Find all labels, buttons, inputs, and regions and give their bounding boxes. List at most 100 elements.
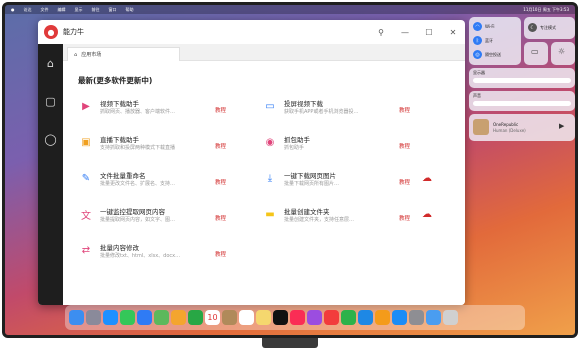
tutorial-link[interactable]: 教程 bbox=[399, 142, 410, 150]
pin-icon[interactable]: ⚲ bbox=[369, 20, 393, 44]
messages-icon[interactable] bbox=[120, 310, 135, 325]
tool-name: 视频下载助手 bbox=[100, 100, 139, 108]
tool-name: 批量创建文件夹 bbox=[284, 208, 330, 216]
tool-card[interactable]: ⇄ 批量内容修改 批量修改txt、html、xlsx、docx… 教程 bbox=[78, 239, 248, 273]
tool-description: 批量更改文件名、扩展名、支持… bbox=[100, 181, 176, 187]
appstore-icon[interactable] bbox=[392, 310, 407, 325]
user-icon[interactable]: ◯ bbox=[38, 120, 63, 158]
live-icon: ▣ bbox=[81, 136, 91, 148]
tv-icon[interactable] bbox=[273, 310, 288, 325]
tutorial-link[interactable]: 教程 bbox=[215, 214, 226, 222]
tool-card[interactable]: ▶ 视频下载助手 抓取网页、播放器、客户端软件… 教程 bbox=[78, 95, 248, 129]
sound-slider[interactable] bbox=[473, 101, 571, 106]
tool-card[interactable]: ◉ 抓包助手 抓包助手 教程 bbox=[262, 131, 432, 165]
app-window: ● 能力牛 ⚲ — ☐ ✕ ⌂ ▢ ◯ ⌂ 应用市场 最新(更多软件更新中) ▶… bbox=[38, 20, 465, 305]
minimize-button[interactable]: — bbox=[393, 20, 417, 44]
menu-item[interactable]: 显示 bbox=[75, 7, 83, 13]
main-content: 最新(更多软件更新中) ▶ 视频下载助手 抓取网页、播放器、客户端软件… 教程 ▭ 投屏视… bbox=[63, 61, 465, 305]
network-panel: ◠ Wi-Fi ᛒ 蓝牙 ◎ 隔空投送 bbox=[469, 17, 521, 65]
display-slider[interactable] bbox=[473, 78, 571, 83]
pages-icon[interactable] bbox=[375, 310, 390, 325]
video-download-icon: ▶ bbox=[82, 100, 90, 112]
now-playing-panel: OneRepublic Human (Deluxe) ▶ bbox=[469, 114, 575, 141]
maps-icon[interactable] bbox=[154, 310, 169, 325]
downloads-icon[interactable] bbox=[426, 310, 441, 325]
tool-card[interactable]: ✎ 文件批量重命名 批量更改文件名、扩展名、支持… 教程 bbox=[78, 167, 248, 201]
tool-name: 批量内容修改 bbox=[100, 244, 139, 252]
menu-item[interactable]: 窗口 bbox=[109, 7, 117, 13]
tab-app-market[interactable]: ⌂ 应用市场 bbox=[67, 47, 180, 61]
wifi-icon[interactable]: ◠ bbox=[473, 22, 482, 31]
apple-menu-icon[interactable]: ● bbox=[11, 7, 15, 12]
now-playing-artist: Human (Deluxe) bbox=[493, 128, 526, 133]
tool-card[interactable]: ▬ 批量创建文件夹 批量创建文件夹，支持任意层… 教程 ☁ bbox=[262, 203, 432, 237]
sound-panel: 声音 bbox=[469, 91, 575, 111]
menu-item[interactable]: 帮助 bbox=[126, 7, 134, 13]
keyboard-tile[interactable]: ☼ bbox=[551, 42, 575, 65]
bluetooth-icon[interactable]: ᛒ bbox=[473, 36, 482, 45]
bluetooth-label: 蓝牙 bbox=[485, 37, 493, 43]
numbers-icon[interactable] bbox=[341, 310, 356, 325]
launchpad-icon[interactable] bbox=[86, 310, 101, 325]
photos-icon[interactable] bbox=[171, 310, 186, 325]
news-icon[interactable] bbox=[324, 310, 339, 325]
music-icon[interactable] bbox=[290, 310, 305, 325]
close-button[interactable]: ✕ bbox=[441, 20, 465, 44]
screen-mirror-icon: ▭ bbox=[531, 47, 539, 56]
wifi-label: Wi-Fi bbox=[485, 24, 495, 29]
play-icon[interactable]: ▶ bbox=[559, 122, 564, 130]
app-logo-icon: ● bbox=[44, 25, 58, 39]
tool-description: 抓包助手 bbox=[284, 145, 305, 151]
focus-panel[interactable]: ☾ 专注模式 bbox=[524, 17, 575, 39]
tutorial-link[interactable]: 教程 bbox=[399, 214, 410, 222]
menu-item[interactable]: 访达 bbox=[24, 7, 32, 13]
menu-item[interactable]: 前往 bbox=[92, 7, 100, 13]
contacts-icon[interactable] bbox=[222, 310, 237, 325]
settings-icon[interactable] bbox=[409, 310, 424, 325]
focus-label: 专注模式 bbox=[540, 24, 556, 30]
control-center: ◠ Wi-Fi ᛒ 蓝牙 ◎ 隔空投送 ☾ 专注模式 ▭ ☼ 显示器 声音 On… bbox=[469, 17, 575, 142]
tool-description: 批量下载网页所有图片… bbox=[284, 181, 340, 187]
trash-icon[interactable] bbox=[443, 310, 458, 325]
tutorial-link[interactable]: 教程 bbox=[215, 106, 226, 114]
dock: 10 bbox=[65, 305, 525, 330]
tutorial-link[interactable]: 教程 bbox=[399, 178, 410, 186]
facetime-icon[interactable] bbox=[188, 310, 203, 325]
menu-bar: ● 访达 文件 编辑 显示 前往 窗口 帮助 11月10日 周五 下午3:53 bbox=[5, 5, 575, 14]
menu-item[interactable]: 编辑 bbox=[58, 7, 66, 13]
podcasts-icon[interactable] bbox=[307, 310, 322, 325]
tutorial-link[interactable]: 教程 bbox=[215, 142, 226, 150]
keyboard-brightness-icon: ☼ bbox=[558, 47, 566, 56]
monitor-stand bbox=[262, 338, 318, 348]
safari-icon[interactable] bbox=[103, 310, 118, 325]
folder-nav-icon[interactable]: ▢ bbox=[38, 82, 63, 120]
tutorial-link[interactable]: 教程 bbox=[215, 250, 226, 258]
mail-icon[interactable] bbox=[137, 310, 152, 325]
cloud-download-icon[interactable]: ☁ bbox=[422, 173, 432, 184]
sound-label: 声音 bbox=[473, 93, 481, 98]
tool-card[interactable]: 文 一键监控提取网页内容 批量提取网页内容，如文字、图… 教程 bbox=[78, 203, 248, 237]
keynote-icon[interactable] bbox=[358, 310, 373, 325]
notes-icon[interactable] bbox=[256, 310, 271, 325]
tutorial-link[interactable]: 教程 bbox=[215, 178, 226, 186]
tool-card[interactable]: ⤓ 一键下载网页图片 批量下载网页所有图片… 教程 ☁ bbox=[262, 167, 432, 201]
finder-icon[interactable] bbox=[69, 310, 84, 325]
tool-name: 一键监控提取网页内容 bbox=[100, 208, 165, 216]
tab-label: 应用市场 bbox=[81, 52, 102, 58]
capture-icon: ◉ bbox=[265, 136, 275, 148]
airdrop-icon[interactable]: ◎ bbox=[473, 50, 482, 59]
tutorial-link[interactable]: 教程 bbox=[399, 106, 410, 114]
maximize-button[interactable]: ☐ bbox=[417, 20, 441, 44]
menu-item[interactable]: 文件 bbox=[41, 7, 49, 13]
moon-icon: ☾ bbox=[528, 23, 537, 32]
brightness-tile[interactable]: ▭ bbox=[524, 42, 548, 65]
tool-description: 支持抓取和投屏两种模式下载直播 bbox=[100, 145, 176, 151]
calendar-icon[interactable]: 10 bbox=[205, 310, 220, 325]
home-icon[interactable]: ⌂ bbox=[38, 44, 63, 82]
reminders-icon[interactable] bbox=[239, 310, 254, 325]
tool-card[interactable]: ▣ 直播下载助手 支持抓取和投屏两种模式下载直播 教程 bbox=[78, 131, 248, 165]
edit-content-icon: ⇄ bbox=[81, 244, 91, 256]
cloud-download-icon[interactable]: ☁ bbox=[422, 209, 432, 220]
tool-card[interactable]: ▭ 投屏视频下载 获取手机APP或者手机浏览器投… 教程 bbox=[262, 95, 432, 129]
clock[interactable]: 11月10日 周五 下午3:53 bbox=[523, 7, 569, 13]
